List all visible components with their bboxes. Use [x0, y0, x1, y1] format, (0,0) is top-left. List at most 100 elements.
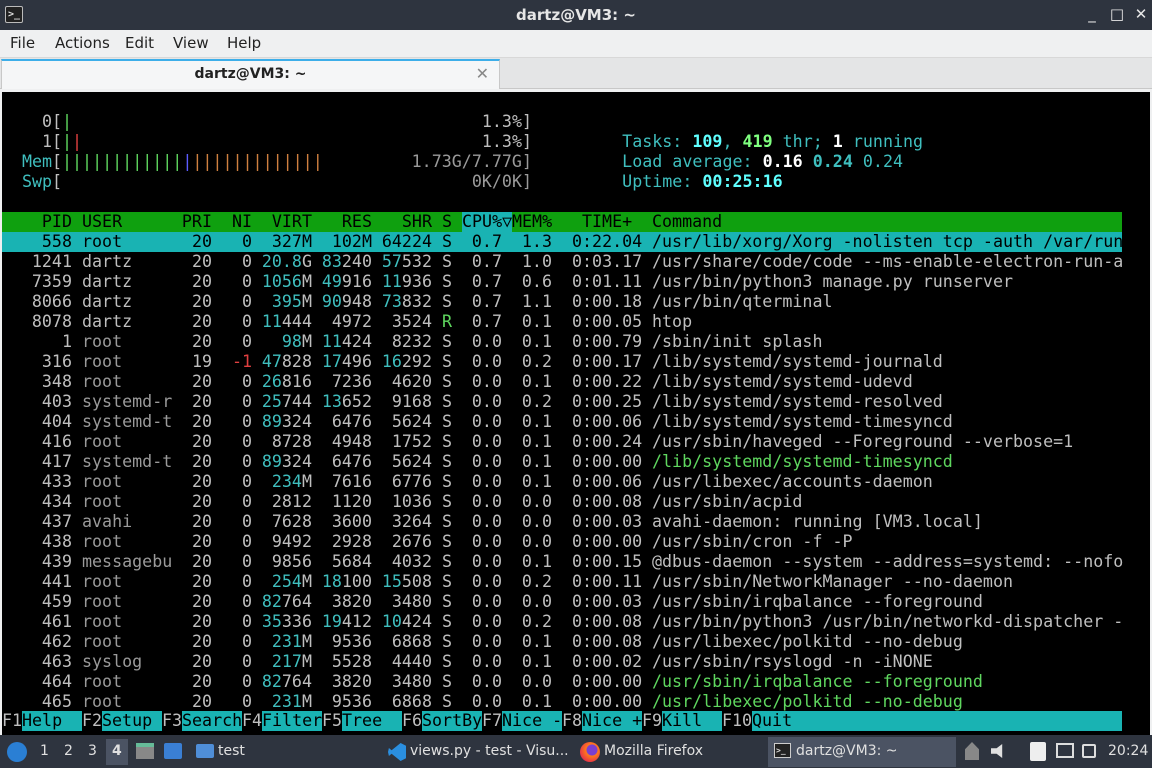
cell-user: root [82, 372, 123, 391]
cell-user: root [82, 232, 123, 251]
network-icon[interactable] [1056, 743, 1074, 758]
col-state[interactable]: S [442, 212, 452, 232]
cell-pri: 20 [191, 372, 212, 391]
col-pid[interactable]: PID [2, 212, 72, 232]
fkey-f8-button[interactable]: Nice + [582, 711, 642, 731]
process-table-header: PID USER PRI NI VIRT RES SHR S CPU%▽ MEM… [2, 212, 1122, 232]
taskbar: 1 2 3 4 test views.py - test - Visu... M… [0, 735, 1152, 768]
workspace-3[interactable]: 3 [88, 743, 97, 759]
col-time[interactable]: TIME+ [582, 212, 632, 232]
cell-s: S [442, 472, 453, 491]
tab-close-icon[interactable]: ✕ [476, 64, 489, 83]
cell-user: root [82, 692, 123, 711]
cell-s: S [442, 572, 453, 591]
task-folder-test[interactable]: test [218, 743, 245, 759]
volume-icon[interactable] [991, 744, 1003, 758]
workspace-4[interactable]: 4 [112, 743, 122, 759]
menu-actions[interactable]: Actions [55, 34, 110, 52]
cell-pid: 417 [41, 452, 72, 471]
cell-pri: 20 [191, 552, 212, 571]
task-terminal[interactable]: >_ dartz@VM3: ~ [768, 737, 956, 767]
col-shr[interactable]: SHR [372, 212, 432, 232]
workspace-2[interactable]: 2 [64, 743, 73, 759]
cell-time: 0:00.03 [572, 592, 643, 611]
fkey-f6-button[interactable]: SortBy [422, 711, 482, 731]
cell-cpu: 0.0 [471, 432, 502, 451]
updates-icon[interactable] [965, 742, 979, 760]
app-menu-icon[interactable] [7, 742, 27, 762]
cell-user: systemd-t [82, 452, 173, 471]
cell-cpu: 0.7 [471, 232, 502, 251]
cell-time: 0:00.06 [572, 472, 643, 491]
desktop-icon[interactable] [164, 743, 182, 759]
fkey-f9-button[interactable]: Kill [662, 711, 722, 731]
cell-user: dartz [82, 252, 133, 271]
cell-pri: 20 [191, 512, 212, 531]
cell-virt: 234M [271, 472, 312, 491]
task-vscode[interactable]: views.py - test - Visu... [410, 743, 569, 759]
menu-edit[interactable]: Edit [125, 34, 154, 52]
close-button[interactable]: ✕ [1131, 4, 1151, 24]
process-row-selected[interactable]: 558 root 20 0 327M 102M 64224 S 0.7 1.3 0:22.04/us… [2, 232, 1123, 252]
cell-pri: 20 [191, 452, 212, 471]
cell-pid: 462 [41, 632, 72, 651]
cell-res: 18100 [321, 572, 372, 591]
cell-shr: 5624 [391, 412, 432, 431]
fkey-f5-button[interactable]: Tree [342, 711, 402, 731]
cell-command: /usr/bin/python3 manage.py runserver [652, 272, 1014, 291]
terminal-tab[interactable]: dartz@VM3: ~ ✕ [1, 59, 500, 89]
cell-shr: 5624 [391, 452, 432, 471]
menu-help[interactable]: Help [227, 34, 261, 52]
cell-mem: 0.1 [521, 552, 552, 571]
fkey-f3-button[interactable]: Search [182, 711, 242, 731]
cell-s: S [442, 452, 453, 471]
col-res[interactable]: RES [312, 212, 372, 232]
cell-ni: 0 [241, 592, 252, 611]
maximize-button[interactable]: □ [1107, 4, 1127, 24]
menu-view[interactable]: View [173, 34, 209, 52]
fkey-f3-key: F3 [162, 711, 183, 730]
cell-pid: 461 [41, 612, 72, 631]
clipboard-icon[interactable] [1030, 742, 1046, 761]
cell-mem: 0.0 [521, 532, 552, 551]
menu-file[interactable]: File [10, 34, 35, 52]
cell-shr: 15508 [381, 572, 432, 591]
cell-user: avahi [82, 512, 133, 531]
task-firefox[interactable]: Mozilla Firefox [604, 743, 703, 759]
clock[interactable]: 20:24 [1108, 743, 1148, 759]
notifications-icon[interactable] [1082, 744, 1096, 758]
folder-icon[interactable] [196, 744, 214, 758]
cell-shr: 1752 [391, 432, 432, 451]
cell-command: /usr/bin/qterminal [652, 292, 833, 311]
terminal-area[interactable]: 0[ | 1.3%] 1[ | | 1.3%] Mem[ ||||||||||||… [0, 89, 1152, 735]
col-pri[interactable]: PRI [172, 212, 212, 232]
window-titlebar[interactable]: >_ dartz@VM3: ~ _ □ ✕ [0, 0, 1152, 30]
cell-res: 9536 [331, 632, 372, 651]
fkey-f1-button[interactable]: Help [22, 711, 82, 731]
col-cpu[interactable]: CPU%▽ [462, 212, 513, 232]
fkey-f4-button[interactable]: Filter [262, 711, 322, 731]
cell-pri: 20 [191, 612, 212, 631]
cell-mem: 0.1 [521, 432, 552, 451]
cell-user: root [82, 352, 123, 371]
cell-ni: 0 [241, 632, 252, 651]
col-command[interactable]: Command [652, 212, 722, 232]
fkey-f2-button[interactable]: Setup [102, 711, 162, 731]
col-virt[interactable]: VIRT [252, 212, 312, 232]
cell-virt: 395M [271, 292, 312, 311]
htop-screen[interactable]: 0[ | 1.3%] 1[ | | 1.3%] Mem[ ||||||||||||… [2, 92, 1150, 735]
cell-s: S [442, 552, 453, 571]
fkey-f7-button[interactable]: Nice - [502, 711, 562, 731]
col-mem[interactable]: MEM% [512, 212, 552, 232]
fkey-f10-button[interactable]: Quit [752, 711, 1122, 731]
cell-pri: 20 [191, 472, 212, 491]
workspace-1[interactable]: 1 [40, 743, 49, 759]
cell-pid: 8066 [31, 292, 72, 311]
tab-bar: dartz@VM3: ~ ✕ [0, 58, 1152, 89]
minimize-button[interactable]: _ [1082, 4, 1102, 24]
cell-ni: 0 [241, 372, 252, 391]
file-manager-icon[interactable] [136, 743, 154, 759]
col-user[interactable]: USER [82, 212, 122, 232]
cell-user: root [82, 432, 123, 451]
col-ni[interactable]: NI [222, 212, 252, 232]
